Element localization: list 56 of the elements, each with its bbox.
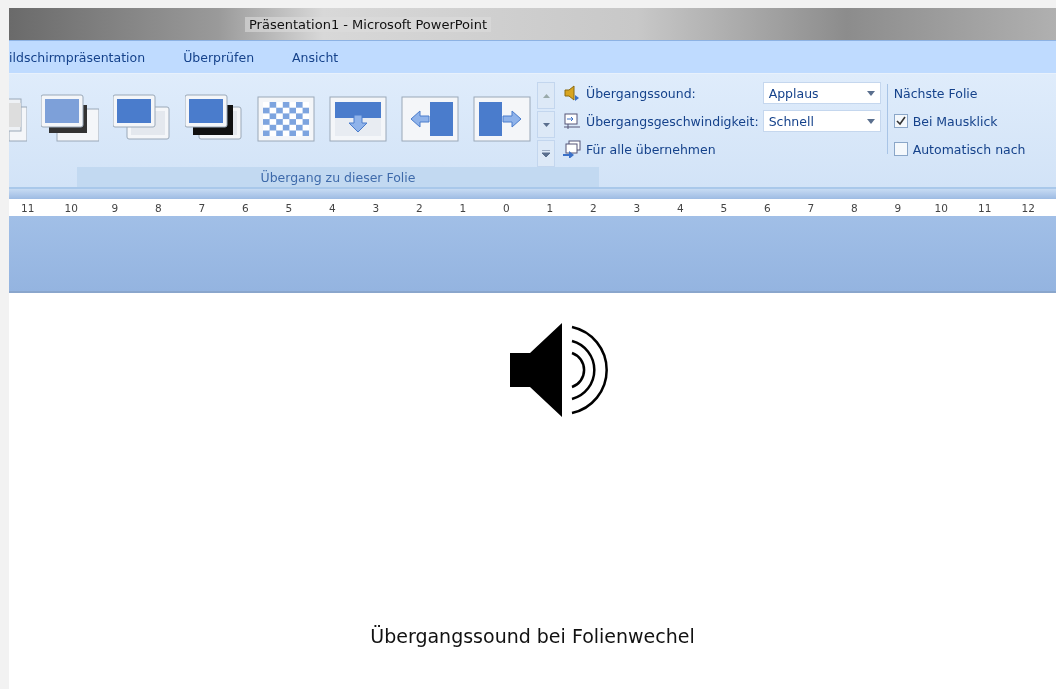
ruler-number: 3: [633, 201, 641, 214]
ribbon-tab[interactable]: Ansicht: [292, 49, 339, 65]
ruler-number: 5: [720, 201, 728, 214]
speed-icon: [563, 112, 581, 130]
ruler-number: 7: [198, 201, 206, 214]
ruler-number: 8: [154, 201, 162, 214]
apply-all-button[interactable]: Für alle übernehmen: [563, 138, 759, 160]
check-icon: [895, 116, 906, 126]
checkbox[interactable]: [893, 114, 908, 128]
caret-icon: [866, 90, 875, 96]
ruler-number: 2: [415, 201, 423, 214]
ruler-number: 10: [934, 201, 948, 214]
sound-label: Übergangssound:: [586, 85, 696, 101]
ribbon-tab[interactable]: Überprüfen: [183, 49, 255, 65]
ruler-number: 9: [894, 201, 902, 214]
transition-thumbnail-icon[interactable]: [41, 93, 99, 145]
group-title: Nächste Folie: [893, 85, 978, 101]
speed-dropdown[interactable]: Schnell: [762, 110, 881, 132]
slides-icon: [563, 140, 581, 158]
scroll-down-button[interactable]: [537, 111, 555, 138]
checkbox[interactable]: [893, 142, 908, 156]
slide-caption: Übergangssound bei Folienwechel: [370, 625, 695, 647]
ruler-number: 11: [978, 201, 992, 214]
ruler-number: 10: [64, 201, 78, 214]
ruler-number: 1: [459, 201, 467, 214]
ruler-number: 7: [807, 201, 815, 214]
ruler-number: 5: [285, 201, 293, 214]
ruler-number: 2: [589, 201, 597, 214]
ruler-number: 11: [21, 201, 35, 214]
ruler-number: 4: [676, 201, 684, 214]
ruler-number: 12: [1021, 201, 1035, 214]
caret-up-icon: [542, 93, 550, 98]
checkbox-label: Automatisch nach: [912, 141, 1026, 157]
caret-icon: [866, 118, 875, 124]
speed-label: Übergangsgeschwindigkeit:: [586, 113, 759, 129]
expand-icon: [542, 150, 550, 157]
checkbox-label: Bei Mausklick: [912, 113, 998, 129]
ruler-number: 4: [328, 201, 336, 214]
speaker-icon: [563, 84, 581, 102]
ruler-number: 3: [372, 201, 380, 214]
ruler-number: 9: [111, 201, 119, 214]
ruler-number: 6: [241, 201, 249, 214]
transition-thumbnail-icon[interactable]: [473, 93, 531, 145]
transition-thumbnail-icon[interactable]: [329, 93, 387, 145]
transition-thumbnail-icon[interactable]: [401, 93, 459, 145]
group-label: Übergang zu dieser Folie: [260, 169, 416, 185]
ruler-number: 8: [850, 201, 858, 214]
caret-icon: [542, 122, 550, 127]
more-button[interactable]: [537, 140, 555, 167]
ruler-number: 0: [502, 201, 510, 214]
window-title: Präsentation1 - Microsoft PowerPoint: [245, 16, 491, 32]
ribbon-tab[interactable]: ildschirmpräsentation: [9, 49, 146, 65]
transition-thumbnail-icon[interactable]: [257, 93, 315, 145]
sound-dropdown[interactable]: Applaus: [762, 82, 881, 104]
ruler-number: 1: [546, 201, 554, 214]
ruler-number: 6: [763, 201, 771, 214]
